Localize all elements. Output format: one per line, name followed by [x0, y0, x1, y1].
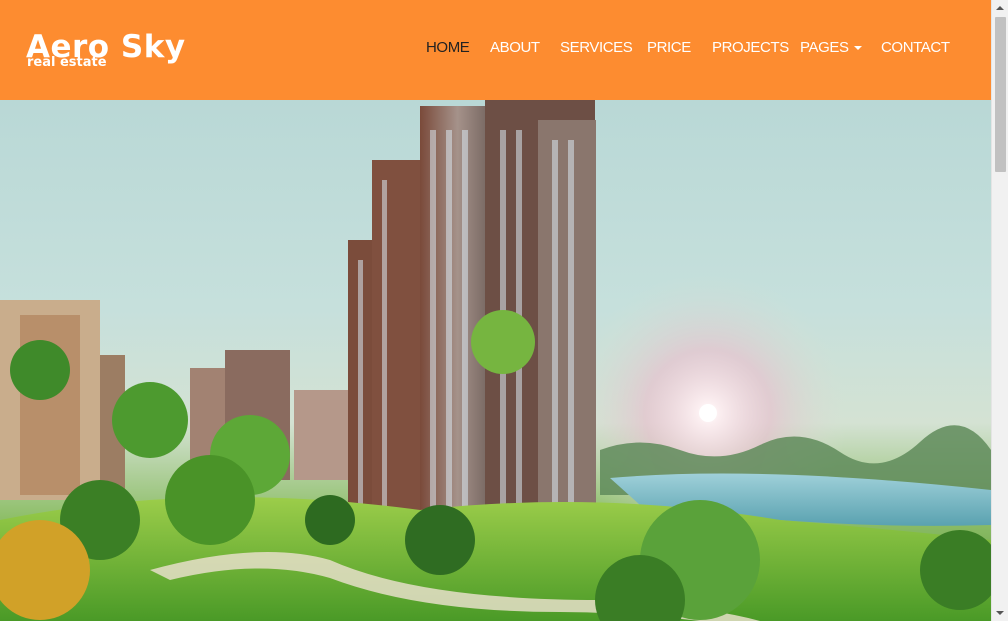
nav-pages-label: PAGES	[800, 39, 849, 56]
nav-contact[interactable]: CONTACT	[881, 38, 950, 58]
nav-pages-dropdown[interactable]: PAGES	[800, 38, 862, 58]
scroll-up-icon[interactable]	[996, 6, 1004, 10]
nav-home[interactable]: HOME	[426, 38, 470, 58]
scroll-thumb[interactable]	[995, 17, 1006, 172]
hero-image	[0, 100, 991, 621]
nav-about[interactable]: ABOUT	[490, 38, 540, 58]
scroll-down-icon[interactable]	[996, 611, 1004, 615]
site-navbar: Aero Sky real estate HOME ABOUT SERVICES…	[0, 0, 991, 100]
nav-price[interactable]: PRICE	[647, 38, 691, 58]
brand-logo[interactable]: Aero Sky real estate	[26, 30, 186, 70]
chevron-down-icon	[853, 45, 862, 50]
vertical-scrollbar[interactable]	[991, 0, 1008, 621]
nav-services[interactable]: SERVICES	[560, 38, 633, 58]
nav-projects[interactable]: PROJECTS	[712, 38, 789, 58]
hero-banner	[0, 100, 991, 621]
sun	[699, 404, 717, 422]
